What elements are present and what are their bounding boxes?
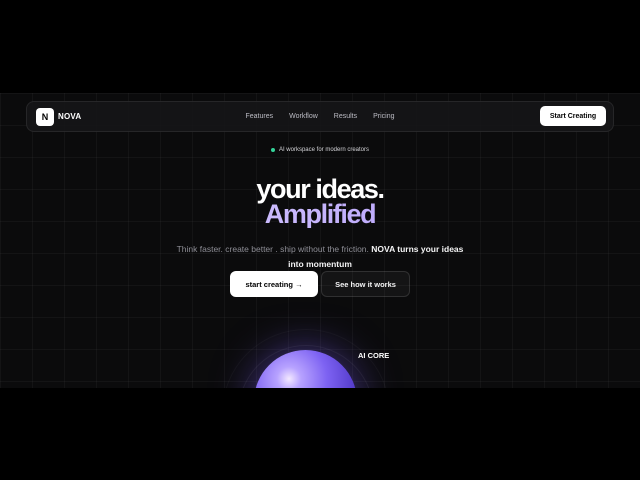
page-viewport: N NOVA Features Workflow Results Pricing…	[0, 93, 640, 388]
start-creating-label: start creating	[245, 279, 293, 289]
see-how-it-works-button[interactable]: See how it works	[321, 271, 410, 297]
hero-badge: AI workspace for modern creators	[0, 147, 640, 154]
nav-links: Features Workflow Results Pricing	[27, 102, 613, 131]
arrow-right-icon: →	[295, 279, 303, 289]
nav-link-pricing[interactable]: Pricing	[373, 113, 394, 120]
subtitle-plain: Think faster. create better . ship witho…	[176, 244, 369, 254]
nav-link-workflow[interactable]: Workflow	[289, 113, 318, 120]
nav-link-results[interactable]: Results	[334, 113, 357, 120]
start-creating-nav-button[interactable]: Start Creating	[540, 106, 606, 126]
hero-badge-text: AI workspace for modern creators	[278, 147, 370, 153]
start-creating-button[interactable]: start creating →	[230, 271, 318, 297]
status-dot-icon	[270, 148, 275, 152]
top-navbar: N NOVA Features Workflow Results Pricing…	[26, 101, 614, 132]
headline-line-2: Amplified	[0, 201, 640, 228]
nav-link-features[interactable]: Features	[245, 113, 273, 120]
ai-core-label: AI CORE	[358, 351, 390, 360]
hero-subtitle: Think faster. create better . ship witho…	[170, 242, 470, 272]
